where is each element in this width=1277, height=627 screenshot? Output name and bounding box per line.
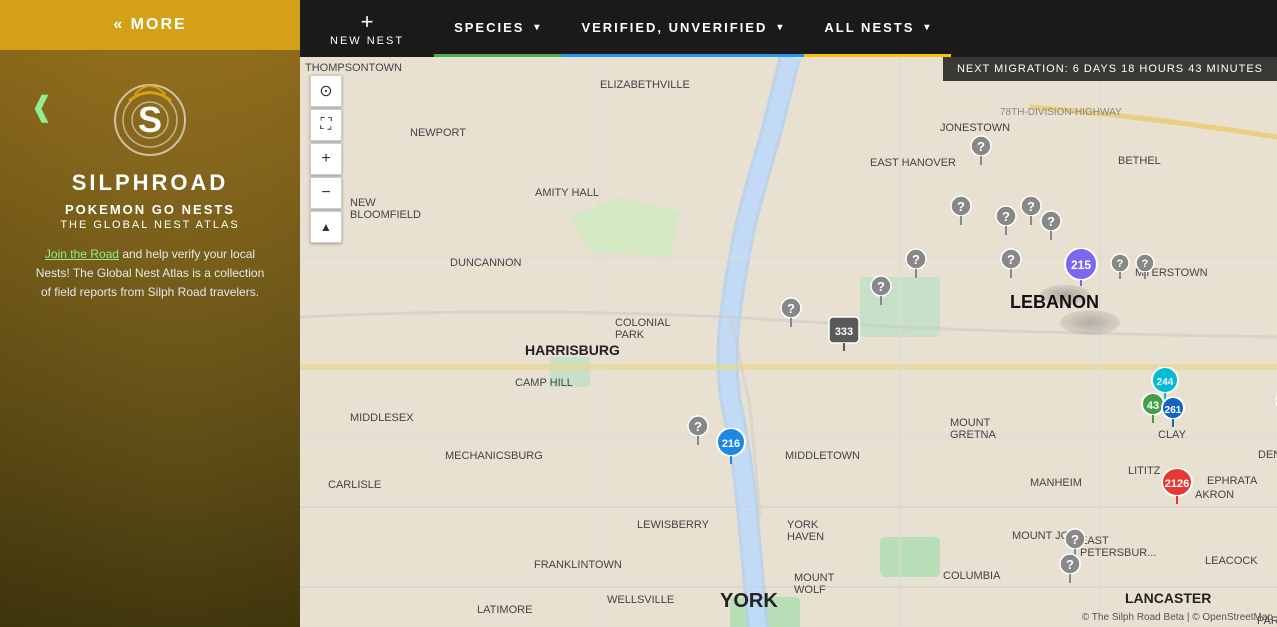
nest-marker-3[interactable]: ?	[995, 205, 1017, 235]
silph-road-logo: S	[110, 80, 190, 160]
nest-marker-unk2[interactable]: ?	[1135, 253, 1155, 279]
svg-text:333: 333	[835, 326, 853, 338]
species-label: SPECIES	[454, 20, 524, 35]
nest-marker-7[interactable]: ?	[905, 248, 927, 278]
zoom-out-button[interactable]: −	[310, 177, 342, 209]
nest-marker-9[interactable]: ?	[780, 297, 802, 327]
migration-bar: NEXT MIGRATION: 6 DAYS 18 HOURS 43 MINUT…	[943, 57, 1277, 81]
new-nest-label: NEW NEST	[330, 35, 404, 47]
nest-marker-2126[interactable]: 2126	[1160, 468, 1194, 504]
svg-text:?: ?	[912, 252, 920, 267]
map-roads-svg	[300, 57, 1277, 627]
map-controls: ⊙ ⛶ + − ▲	[310, 75, 342, 243]
nest-marker-12[interactable]: ?	[687, 415, 709, 445]
tagline1: POKEMON GO NESTS	[20, 202, 280, 217]
nest-marker-8[interactable]: ?	[870, 275, 892, 305]
nest-marker-1[interactable]: ?	[970, 135, 992, 165]
marker-shadow	[1040, 285, 1090, 305]
svg-text:?: ?	[694, 419, 702, 434]
reset-north-button[interactable]: ▲	[310, 211, 342, 243]
svg-text:261: 261	[1165, 405, 1182, 416]
species-dropdown-arrow: ▾	[534, 22, 541, 33]
svg-text:215: 215	[1071, 258, 1091, 272]
svg-text:244: 244	[1157, 377, 1174, 388]
svg-text:?: ?	[1047, 214, 1055, 229]
nest-marker-5[interactable]: ?	[1040, 210, 1062, 240]
logo-container: S	[110, 80, 190, 160]
nest-marker-15[interactable]: ?	[1059, 553, 1081, 583]
map-background[interactable]: THOMPSONTOWN ELIZABETHVILLE NEWPORT NEWB…	[300, 0, 1277, 627]
sidebar: « MORE S SILPHROAD POKEMON GO NESTS THE …	[0, 0, 300, 627]
locate-button[interactable]: ⊙	[310, 75, 342, 107]
place-york-bottom: YORK	[720, 590, 778, 613]
svg-text:?: ?	[1027, 199, 1035, 214]
new-nest-plus-icon: +	[361, 11, 374, 33]
decorative-bird: ❰	[30, 90, 53, 123]
verified-dropdown-arrow: ▾	[777, 22, 784, 33]
svg-text:?: ?	[1007, 252, 1015, 267]
all-nests-dropdown[interactable]: ALL NESTS ▾	[804, 0, 951, 57]
svg-text:?: ?	[1066, 557, 1074, 572]
nest-marker-4[interactable]: ?	[1020, 195, 1042, 225]
svg-text:S: S	[138, 99, 162, 140]
svg-text:?: ?	[787, 301, 795, 316]
species-dropdown[interactable]: SPECIES ▾	[434, 0, 561, 57]
nest-marker-333[interactable]: 333	[827, 315, 861, 351]
svg-text:?: ?	[1142, 258, 1149, 270]
brand-name: SILPHROAD	[20, 170, 280, 196]
nest-marker-215[interactable]: 215	[1063, 248, 1099, 286]
svg-text:43: 43	[1147, 400, 1159, 412]
sidebar-description: Join the Road and help verify your local…	[20, 245, 280, 303]
svg-text:?: ?	[1071, 532, 1079, 547]
nest-marker-6[interactable]: ?	[1000, 248, 1022, 278]
top-nav: + NEW NEST SPECIES ▾ VERIFIED, UNVERIFIE…	[300, 0, 1277, 57]
join-link[interactable]: Join the Road	[45, 247, 119, 261]
sidebar-content: S SILPHROAD POKEMON GO NESTS THE GLOBAL …	[0, 50, 300, 323]
zoom-in-button[interactable]: +	[310, 143, 342, 175]
svg-text:?: ?	[877, 279, 885, 294]
svg-text:2126: 2126	[1165, 478, 1189, 490]
svg-text:?: ?	[1002, 209, 1010, 224]
marker-shadow-2	[1060, 310, 1120, 335]
all-nests-label: ALL NESTS	[824, 20, 914, 35]
fullscreen-button[interactable]: ⛶	[310, 109, 342, 141]
more-button[interactable]: « MORE	[0, 0, 300, 50]
new-nest-button[interactable]: + NEW NEST	[300, 0, 434, 57]
verified-label: VERIFIED, UNVERIFIED	[581, 20, 767, 35]
svg-text:?: ?	[1117, 258, 1124, 270]
svg-text:?: ?	[957, 199, 965, 214]
map-container: + NEW NEST SPECIES ▾ VERIFIED, UNVERIFIE…	[300, 0, 1277, 627]
attribution: © The Silph Road Beta | © OpenStreetMap	[1082, 612, 1273, 623]
nest-marker-261[interactable]: 261	[1160, 397, 1186, 427]
nest-marker-unk1[interactable]: ?	[1110, 253, 1130, 279]
svg-text:216: 216	[722, 438, 740, 450]
svg-text:?: ?	[977, 139, 985, 154]
tagline2: THE GLOBAL NEST ATLAS	[20, 219, 280, 231]
all-nests-dropdown-arrow: ▾	[924, 22, 931, 33]
nest-marker-2[interactable]: ?	[950, 195, 972, 225]
nest-marker-216[interactable]: 216	[715, 428, 747, 464]
verified-dropdown[interactable]: VERIFIED, UNVERIFIED ▾	[561, 0, 804, 57]
